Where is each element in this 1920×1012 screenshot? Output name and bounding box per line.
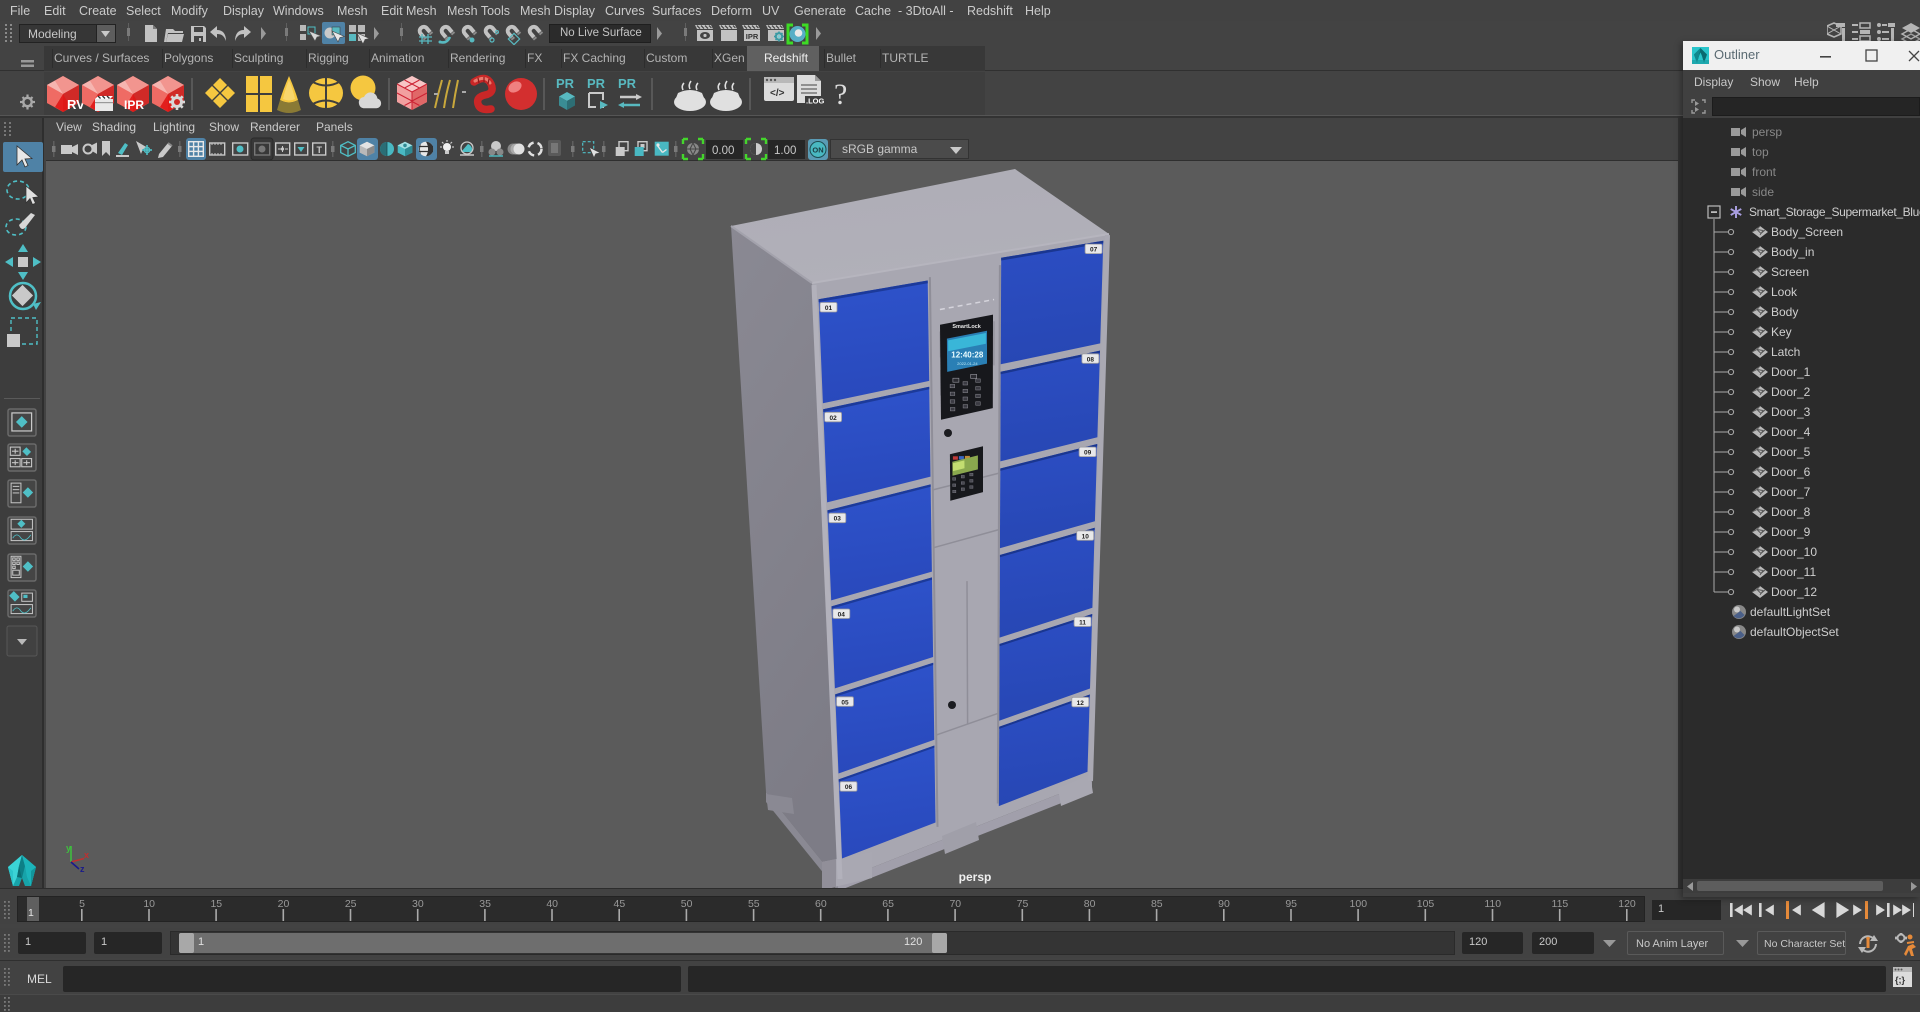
svg-text:05: 05 — [841, 699, 849, 706]
svg-text:</>: </> — [770, 88, 785, 99]
svg-text:04: 04 — [838, 612, 846, 619]
svg-text:25: 25 — [345, 898, 357, 910]
svg-text:65: 65 — [882, 898, 894, 910]
svg-text:75: 75 — [1017, 898, 1029, 910]
svg-text:110: 110 — [1484, 898, 1501, 910]
svg-text:30: 30 — [412, 898, 424, 910]
svg-text:z: z — [80, 864, 85, 874]
svg-text:?: ? — [834, 78, 847, 111]
svg-text:70: 70 — [949, 898, 961, 910]
svg-text:20: 20 — [278, 898, 290, 910]
svg-text:top: top — [1752, 145, 1769, 159]
svg-text:Body: Body — [1771, 305, 1798, 319]
svg-text:PR: PR — [556, 76, 575, 91]
svg-text:Smart_Storage_Supermarket_Blue: Smart_Storage_Supermarket_Blue — [1749, 205, 1920, 219]
svg-text:PR: PR — [587, 76, 606, 91]
svg-text:defaultLightSet: defaultLightSet — [1750, 605, 1831, 619]
svg-text:100: 100 — [1350, 898, 1368, 910]
svg-text:45: 45 — [614, 898, 626, 910]
svg-text:08: 08 — [1087, 356, 1095, 363]
svg-text:persp: persp — [1752, 125, 1782, 139]
svg-text:PR: PR — [618, 76, 637, 91]
svg-text:T: T — [317, 145, 323, 155]
svg-text:x: x — [84, 850, 89, 860]
svg-text:40: 40 — [546, 898, 558, 910]
svg-text:IPR: IPR — [124, 98, 144, 112]
svg-text:0.00: 0.00 — [712, 145, 734, 157]
svg-text:{;}: {;} — [1895, 975, 1905, 985]
svg-text:120: 120 — [1618, 898, 1636, 910]
svg-text:Body_Screen: Body_Screen — [1771, 225, 1843, 239]
svg-text:85: 85 — [1151, 898, 1163, 910]
svg-text:12: 12 — [1077, 700, 1085, 707]
svg-text:10: 10 — [143, 898, 155, 910]
svg-text:SmartLock: SmartLock — [952, 324, 981, 330]
svg-text:Latch: Latch — [1771, 345, 1800, 359]
svg-text:06: 06 — [845, 784, 853, 791]
svg-text:60: 60 — [815, 898, 827, 910]
svg-text:10: 10 — [1082, 533, 1090, 540]
svg-text:02: 02 — [829, 415, 837, 422]
svg-text:95: 95 — [1285, 898, 1297, 910]
svg-text:105: 105 — [1417, 898, 1435, 910]
svg-text:1.00: 1.00 — [774, 145, 796, 157]
svg-text:2022-01-24: 2022-01-24 — [957, 361, 978, 366]
svg-text:Door_1: Door_1 — [1771, 365, 1811, 379]
svg-text:115: 115 — [1552, 898, 1569, 910]
svg-text:03: 03 — [834, 516, 842, 523]
svg-text:Door_6: Door_6 — [1771, 465, 1811, 479]
svg-text:11: 11 — [1079, 620, 1086, 627]
svg-text:07: 07 — [1090, 247, 1098, 254]
svg-text:Door_4: Door_4 — [1771, 425, 1811, 439]
svg-text:Door_12: Door_12 — [1771, 585, 1817, 599]
svg-text:Look: Look — [1771, 285, 1798, 299]
svg-text:Door_11: Door_11 — [1771, 565, 1816, 579]
svg-text:y: y — [66, 843, 71, 853]
svg-text:55: 55 — [748, 898, 760, 910]
svg-text:.LOG: .LOG — [806, 97, 824, 106]
svg-text:Key: Key — [1771, 325, 1792, 339]
svg-text:IPR: IPR — [746, 32, 759, 41]
svg-text:35: 35 — [479, 898, 491, 910]
svg-text:50: 50 — [681, 898, 693, 910]
svg-text:90: 90 — [1218, 898, 1230, 910]
svg-text:side: side — [1752, 185, 1774, 199]
svg-text:Screen: Screen — [1771, 265, 1809, 279]
svg-text:Body_in: Body_in — [1771, 245, 1814, 259]
svg-text:Door_3: Door_3 — [1771, 405, 1811, 419]
svg-text:12:40:28: 12:40:28 — [951, 350, 984, 359]
svg-text:Door_7: Door_7 — [1771, 485, 1811, 499]
svg-text:Door_9: Door_9 — [1771, 525, 1811, 539]
svg-text:15: 15 — [210, 898, 222, 910]
svg-text:front: front — [1752, 165, 1777, 179]
svg-text:Door_2: Door_2 — [1771, 385, 1811, 399]
svg-text:80: 80 — [1084, 898, 1096, 910]
svg-text:Door_8: Door_8 — [1771, 505, 1811, 519]
svg-text:defaultObjectSet: defaultObjectSet — [1750, 625, 1839, 639]
svg-text:5: 5 — [79, 898, 85, 910]
svg-text:persp: persp — [959, 870, 992, 884]
svg-text:Door_5: Door_5 — [1771, 445, 1811, 459]
svg-text:09: 09 — [1084, 450, 1092, 457]
svg-text:ON: ON — [812, 146, 823, 155]
svg-text:01: 01 — [825, 305, 833, 312]
svg-text:Door_10: Door_10 — [1771, 545, 1817, 559]
